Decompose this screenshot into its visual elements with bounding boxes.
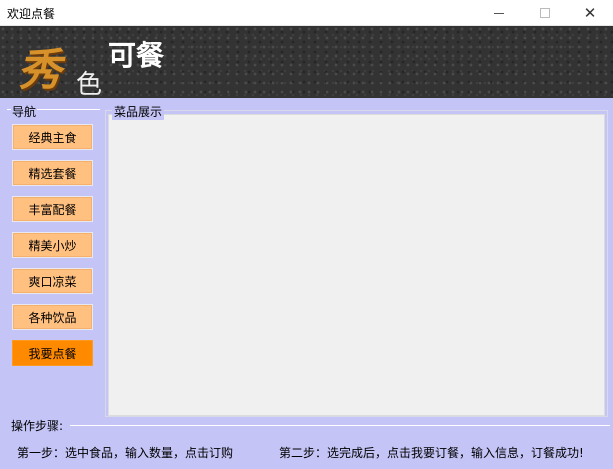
logo-xiu: 秀 (15, 45, 69, 96)
dishes-group: 菜品展示 (103, 101, 610, 417)
step-two-text: 第二步：选完成后，点击我要订餐，输入信息，订餐成功! (279, 446, 584, 460)
window-title: 欢迎点餐 (7, 7, 56, 21)
banner: 秀 色 可餐 (0, 26, 613, 98)
nav-item-featured-sets[interactable]: 精选套餐 (12, 160, 93, 186)
main-area: 导航 经典主食 精选套餐 丰富配餐 精美小炒 爽口凉菜 各种饮品 我要点餐 菜品… (0, 98, 613, 469)
nav-item-stir-fry[interactable]: 精美小炒 (12, 232, 93, 258)
title-bar[interactable]: 欢迎点餐 ✕ (0, 0, 613, 26)
maximize-icon (540, 8, 550, 18)
nav-label: 导航 (11, 103, 38, 120)
steps-label: 操作步骤: (11, 417, 67, 434)
nav-item-classic-staples[interactable]: 经典主食 (12, 124, 93, 150)
logo-se: 色 (76, 70, 103, 98)
logo-kecan: 可餐 (108, 39, 165, 72)
nav-item-side-dishes[interactable]: 丰富配餐 (12, 196, 93, 222)
step-one-text: 第一步：选中食品，输入数量，点击订购 (17, 446, 234, 460)
close-button[interactable]: ✕ (567, 0, 613, 26)
nav-item-cold-dishes[interactable]: 爽口凉菜 (12, 268, 93, 294)
minimize-icon (494, 12, 504, 14)
steps-divider (70, 425, 610, 426)
close-icon: ✕ (583, 4, 597, 22)
dishes-panel[interactable] (108, 114, 605, 416)
maximize-button[interactable] (522, 0, 568, 26)
minimize-button[interactable] (476, 0, 522, 26)
order-button[interactable]: 我要点餐 (12, 340, 93, 366)
dishes-label: 菜品展示 (112, 103, 165, 120)
nav-item-drinks[interactable]: 各种饮品 (12, 304, 93, 330)
